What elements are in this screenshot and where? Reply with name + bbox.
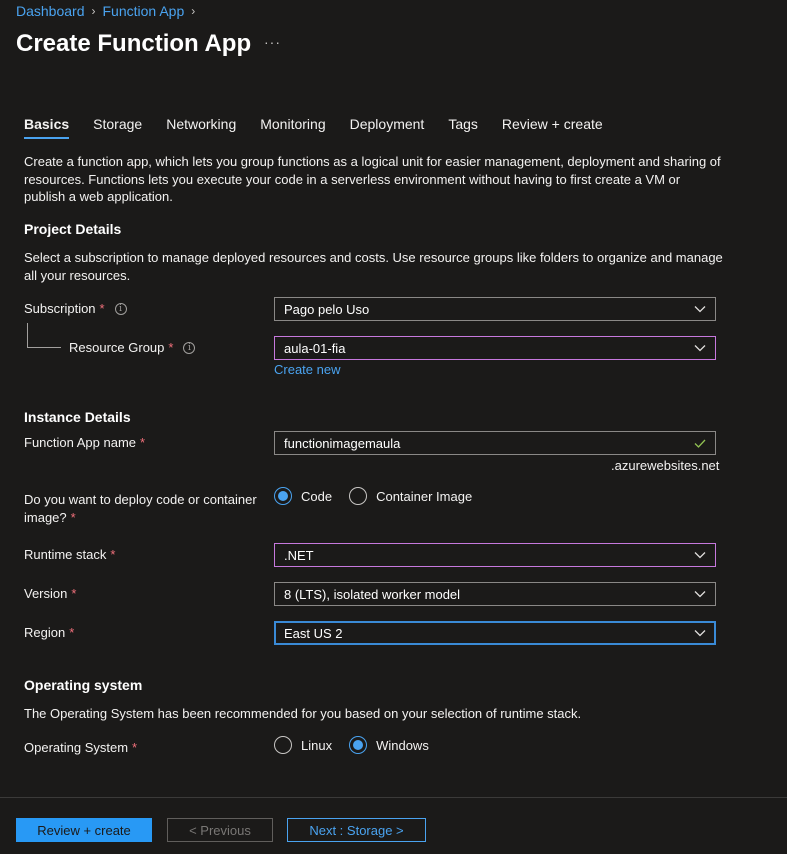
os-option-windows[interactable]: Windows — [349, 736, 429, 754]
function-app-name-label-text: Function App name — [24, 435, 137, 450]
chevron-down-icon — [694, 591, 706, 598]
version-select[interactable]: 8 (LTS), isolated worker model — [274, 582, 716, 606]
operating-system-radio-group: Linux Windows — [274, 736, 446, 754]
review-create-button[interactable]: Review + create — [16, 818, 152, 842]
required-marker: * — [99, 301, 105, 316]
checkmark-icon — [694, 439, 706, 448]
operating-system-label-text: Operating System — [24, 740, 129, 755]
radio-unselected-icon[interactable] — [349, 487, 368, 505]
version-label-text: Version — [24, 586, 68, 601]
breadcrumb-function-app-link[interactable]: Function App — [103, 3, 185, 19]
chevron-right-icon: › — [191, 4, 196, 18]
project-details-title: Project Details — [24, 221, 122, 237]
intro-text: Create a function app, which lets you gr… — [24, 154, 721, 204]
chevron-down-icon — [694, 630, 706, 637]
tab-basics[interactable]: Basics — [24, 116, 70, 139]
tree-connector — [27, 323, 28, 347]
project-details-description: Select a subscription to manage deployed… — [24, 250, 723, 283]
os-option-linux[interactable]: Linux — [274, 736, 332, 754]
required-marker: * — [132, 740, 138, 755]
region-select[interactable]: East US 2 — [274, 621, 716, 645]
radio-selected-icon[interactable] — [274, 487, 292, 505]
tab-deployment[interactable]: Deployment — [350, 116, 425, 139]
resource-group-value: aula-01-fia — [284, 340, 346, 356]
subscription-label: Subscription * i — [24, 301, 127, 316]
operating-system-label: Operating System * — [24, 740, 137, 755]
required-marker: * — [168, 340, 174, 355]
region-value: East US 2 — [284, 625, 343, 641]
required-marker: * — [70, 509, 76, 525]
breadcrumb: Dashboard › Function App › — [16, 3, 202, 19]
runtime-stack-label: Runtime stack * — [24, 547, 115, 562]
tree-connector — [27, 347, 61, 348]
radio-unselected-icon[interactable] — [274, 736, 292, 754]
deploy-type-radio-group: Code Container Image — [274, 487, 489, 505]
instance-details-title: Instance Details — [24, 409, 131, 425]
chevron-down-icon — [694, 552, 706, 559]
previous-button[interactable]: < Previous — [167, 818, 273, 842]
domain-suffix: .azurewebsites.net — [611, 458, 720, 473]
chevron-down-icon — [694, 306, 706, 313]
os-option-linux-label: Linux — [301, 737, 333, 753]
deploy-option-container[interactable]: Container Image — [349, 487, 472, 505]
required-marker: * — [140, 435, 146, 450]
deploy-option-container-label: Container Image — [376, 488, 473, 504]
operating-system-title: Operating system — [24, 677, 143, 693]
more-options-icon[interactable]: ··· — [264, 34, 281, 50]
os-option-windows-label: Windows — [376, 737, 429, 753]
breadcrumb-dashboard-link[interactable]: Dashboard — [16, 3, 85, 19]
footer-divider — [0, 797, 787, 798]
tab-tags[interactable]: Tags — [448, 116, 478, 139]
function-app-name-input[interactable]: functionimagemaula — [274, 431, 716, 455]
resource-group-label: Resource Group * i — [69, 340, 196, 355]
function-app-name-value: functionimagemaula — [284, 435, 401, 451]
subscription-select[interactable]: Pago pelo Uso — [274, 297, 716, 321]
tab-review-create[interactable]: Review + create — [502, 116, 603, 139]
runtime-stack-label-text: Runtime stack — [24, 547, 107, 562]
info-icon[interactable]: i — [183, 341, 196, 354]
resource-group-label-text: Resource Group — [69, 340, 165, 355]
resource-group-select[interactable]: aula-01-fia — [274, 336, 716, 360]
subscription-value: Pago pelo Uso — [284, 301, 370, 317]
tab-networking[interactable]: Networking — [166, 116, 236, 139]
deploy-option-code[interactable]: Code — [274, 487, 332, 505]
deploy-option-code-label: Code — [301, 488, 333, 504]
tab-bar: Basics Storage Networking Monitoring Dep… — [24, 116, 627, 139]
page-title: Create Function App — [16, 30, 252, 57]
function-app-name-label: Function App name * — [24, 435, 145, 450]
region-label: Region * — [24, 625, 74, 640]
chevron-right-icon: › — [91, 4, 96, 18]
next-storage-button[interactable]: Next : Storage > — [287, 818, 426, 842]
runtime-stack-value: .NET — [284, 547, 314, 563]
subscription-label-text: Subscription — [24, 301, 96, 316]
create-new-resource-group-link[interactable]: Create new — [274, 362, 340, 377]
version-label: Version * — [24, 586, 76, 601]
version-value: 8 (LTS), isolated worker model — [284, 586, 461, 602]
required-marker: * — [69, 625, 75, 640]
tab-monitoring[interactable]: Monitoring — [260, 116, 325, 139]
operating-system-description: The Operating System has been recommende… — [24, 706, 582, 721]
chevron-down-icon — [694, 345, 706, 352]
runtime-stack-select[interactable]: .NET — [274, 543, 716, 567]
required-marker: * — [110, 547, 116, 562]
info-icon[interactable]: i — [114, 302, 127, 315]
region-label-text: Region — [24, 625, 66, 640]
deploy-type-label-text: Do you want to deploy code or container … — [24, 492, 257, 525]
radio-selected-icon[interactable] — [349, 736, 368, 754]
tab-storage[interactable]: Storage — [93, 116, 142, 139]
required-marker: * — [71, 586, 77, 601]
deploy-type-label: Do you want to deploy code or container … — [24, 491, 269, 526]
